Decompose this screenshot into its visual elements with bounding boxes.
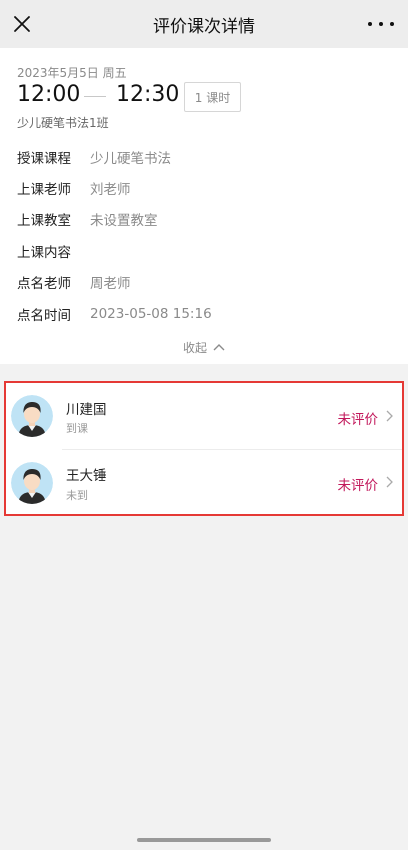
start-time: 12:00 — [17, 82, 81, 107]
home-indicator — [137, 838, 271, 842]
detail-label: 上课教室 — [17, 213, 71, 229]
student-name: 王大锤 — [66, 468, 107, 484]
student-name: 川建国 — [66, 402, 107, 418]
chevron-right-icon — [386, 476, 393, 488]
nav-bar: 评价课次详情 — [0, 0, 408, 48]
detail-label: 授课课程 — [17, 151, 71, 167]
collapse-toggle[interactable]: 收起 — [0, 336, 408, 358]
close-icon[interactable] — [10, 12, 34, 36]
avatar — [11, 395, 53, 437]
student-row-2[interactable]: 王大锤 未到 未评价 — [6, 450, 402, 516]
student-list: 川建国 到课 未评价 王大锤 未到 未评价 — [4, 381, 404, 516]
session-info-card: 2023年5月5日 周五 12:00 12:30 1 课时 少儿硬笔书法1班 授… — [0, 48, 408, 364]
collapse-label: 收起 — [182, 340, 207, 355]
attendance-status: 未到 — [66, 489, 88, 502]
detail-value: 2023-05-08 15:16 — [90, 306, 212, 322]
page-title: 评价课次详情 — [153, 16, 255, 37]
detail-value: 少儿硬笔书法 — [90, 151, 171, 167]
detail-row-course: 授课课程 少儿硬笔书法 — [17, 147, 171, 167]
evaluation-status: 未评价 — [337, 412, 379, 428]
evaluation-status: 未评价 — [337, 478, 379, 494]
avatar — [11, 462, 53, 504]
more-icon[interactable] — [368, 12, 394, 36]
lesson-count-badge: 1 课时 — [184, 82, 241, 112]
chevron-up-icon — [213, 344, 225, 351]
detail-value: 周老师 — [90, 276, 131, 292]
class-name: 少儿硬笔书法1班 — [17, 116, 109, 130]
detail-row-classroom: 上课教室 未设置教室 — [17, 209, 158, 229]
time-separator — [84, 96, 106, 97]
student-row-1[interactable]: 川建国 到课 未评价 — [6, 383, 402, 449]
detail-label: 点名时间 — [17, 308, 71, 324]
detail-label: 上课老师 — [17, 182, 71, 198]
detail-row-roll-call-teacher: 点名老师 周老师 — [17, 272, 131, 292]
detail-value: 未设置教室 — [90, 213, 158, 229]
detail-row-content: 上课内容 — [17, 241, 90, 261]
detail-row-teacher: 上课老师 刘老师 — [17, 178, 131, 198]
chevron-right-icon — [386, 410, 393, 422]
detail-row-roll-call-time: 点名时间 2023-05-08 15:16 — [17, 304, 212, 324]
detail-label: 上课内容 — [17, 245, 71, 261]
detail-label: 点名老师 — [17, 276, 71, 292]
end-time: 12:30 — [116, 82, 180, 107]
attendance-status: 到课 — [66, 422, 88, 435]
session-date: 2023年5月5日 周五 — [17, 66, 127, 80]
detail-value: 刘老师 — [90, 182, 131, 198]
